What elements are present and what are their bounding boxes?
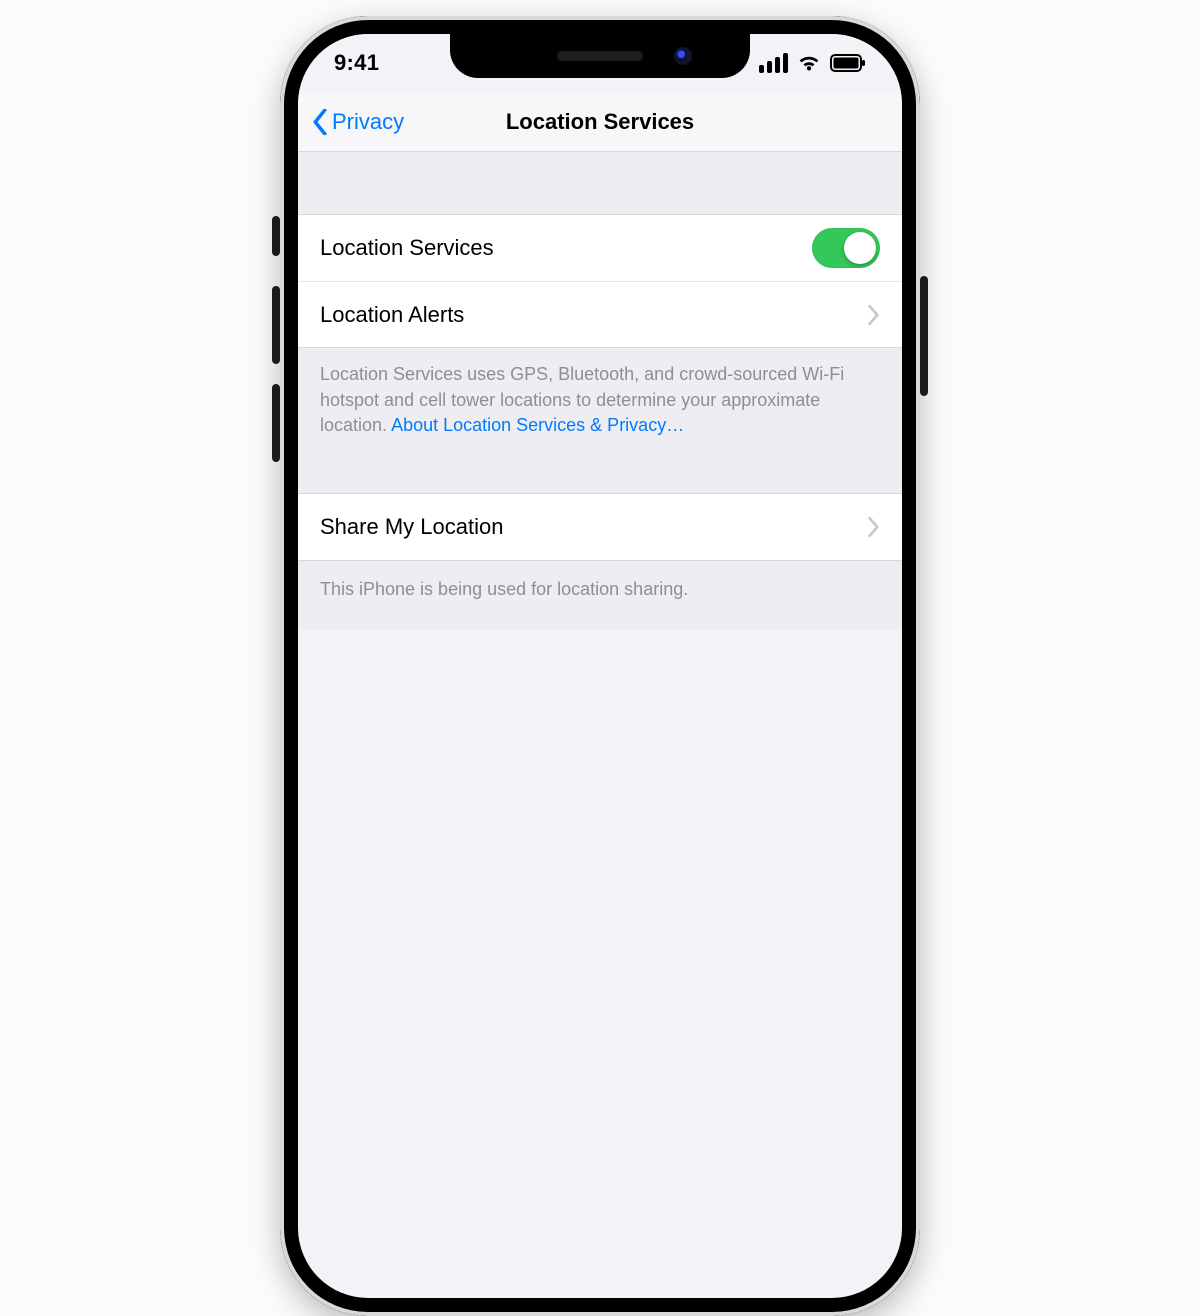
section-footer-2: This iPhone is being used for location s… [298, 561, 902, 630]
navigation-bar: Privacy Location Services [298, 92, 902, 152]
mute-switch[interactable] [272, 216, 280, 256]
settings-group-1: Location Services Location Alerts [298, 214, 902, 348]
settings-group-2: Share My Location [298, 493, 902, 561]
section-footer-1: Location Services uses GPS, Bluetooth, a… [298, 348, 902, 465]
chevron-left-icon [312, 109, 328, 135]
status-time: 9:41 [334, 50, 379, 76]
section-header-spacer [298, 152, 902, 214]
front-camera [674, 47, 692, 65]
row-share-my-location[interactable]: Share My Location [298, 494, 902, 560]
section-gap [298, 465, 902, 493]
earpiece-speaker [557, 51, 643, 61]
screen: 9:41 Privacy [298, 34, 902, 1298]
side-power-button[interactable] [920, 276, 928, 396]
battery-icon [830, 54, 866, 72]
volume-down-button[interactable] [272, 384, 280, 462]
row-label: Share My Location [320, 514, 503, 540]
wifi-icon [796, 53, 822, 73]
cellular-signal-icon [759, 53, 788, 73]
location-services-toggle[interactable] [812, 228, 880, 268]
device-frame: 9:41 Privacy [280, 16, 920, 1316]
row-location-services[interactable]: Location Services [298, 215, 902, 281]
about-link[interactable]: About Location Services & Privacy… [391, 415, 684, 435]
back-label: Privacy [332, 109, 404, 135]
back-button[interactable]: Privacy [312, 92, 404, 151]
notch [450, 34, 750, 78]
row-label: Location Alerts [320, 302, 464, 328]
row-label: Location Services [320, 235, 494, 261]
row-location-alerts[interactable]: Location Alerts [298, 281, 902, 347]
status-right [759, 53, 866, 73]
chevron-right-icon [868, 305, 880, 325]
chevron-right-icon [868, 517, 880, 537]
page-title: Location Services [506, 109, 694, 135]
volume-up-button[interactable] [272, 286, 280, 364]
